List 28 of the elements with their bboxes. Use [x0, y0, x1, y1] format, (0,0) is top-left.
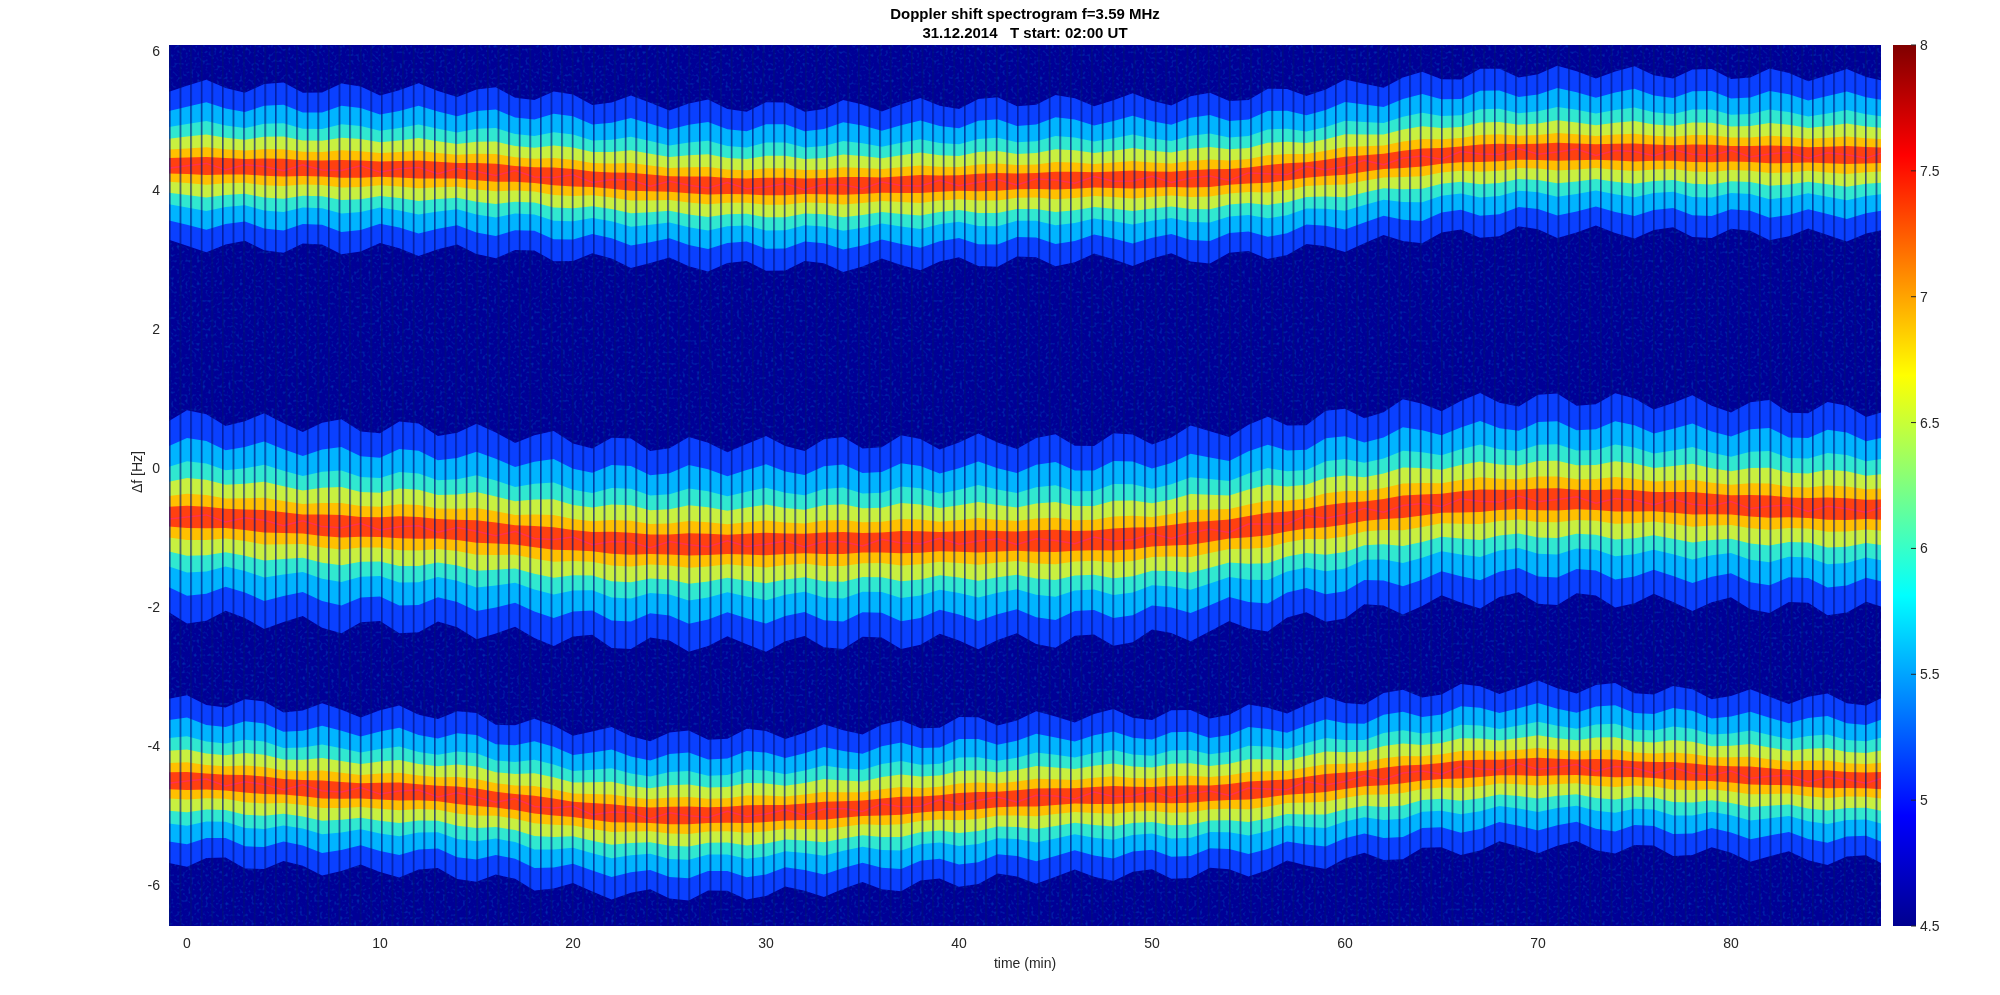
colorbar-tick-label: 6.5: [1920, 414, 1940, 431]
x-axis-label: time (min): [993, 955, 1057, 971]
x-tick-label: 10: [372, 935, 388, 951]
colorbar-tick-label: 5.5: [1920, 666, 1940, 683]
y-tick-label: -2: [147, 599, 160, 615]
y-tick-label: 4: [152, 182, 160, 198]
colorbar-tick-label: 7.5: [1920, 162, 1940, 179]
x-tick-label: 40: [951, 935, 967, 951]
y-axis-label: Δf [Hz]: [129, 451, 145, 493]
colorbar-tick-label: 4.5: [1920, 918, 1940, 934]
colorbar-tick-label: 6: [1920, 540, 1928, 557]
y-tick-label: -6: [147, 877, 160, 893]
colorbar-tick-label: 8: [1920, 37, 1928, 53]
colorbar-tick-label: 5: [1920, 792, 1928, 809]
y-tick-label: 0: [152, 460, 160, 476]
chart-title: 31.12.2014 T start: 02:00 UT: [922, 24, 1128, 41]
x-tick-label: 60: [1337, 935, 1353, 951]
y-tick-label: -4: [147, 738, 160, 754]
x-tick-label: 80: [1723, 935, 1739, 951]
x-tick-label: 20: [565, 935, 581, 951]
x-tick-label: 50: [1144, 935, 1160, 951]
x-tick-label: 30: [758, 935, 774, 951]
y-tick-label: 6: [152, 43, 160, 59]
y-tick-label: 2: [152, 321, 160, 337]
chart-title: Doppler shift spectrogram f=3.59 MHz: [890, 5, 1160, 22]
colorbar-tick-label: 7: [1920, 288, 1928, 305]
x-tick-label: 70: [1530, 935, 1546, 951]
x-tick-label: 0: [183, 935, 191, 951]
